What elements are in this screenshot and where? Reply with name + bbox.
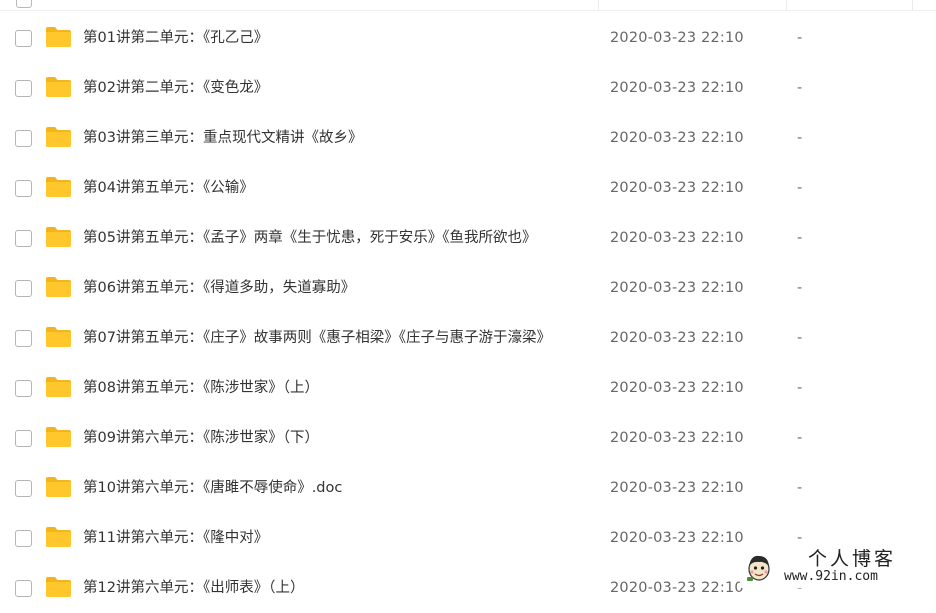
modified-date: 2020-03-23 22:10	[610, 130, 744, 146]
folder-icon	[46, 277, 71, 297]
column-divider[interactable]	[598, 0, 599, 10]
list-header	[0, 0, 936, 11]
folder-icon	[46, 427, 71, 447]
file-row[interactable]: 第07讲第五单元：《庄子》故事两则《惠子相梁》《庄子与惠子游于濠梁》 2020-…	[0, 313, 936, 363]
file-name[interactable]: 第10讲第六单元：《唐雎不辱使命》.doc	[83, 478, 342, 498]
file-size: -	[797, 430, 803, 446]
column-divider[interactable]	[786, 0, 787, 10]
folder-icon	[46, 227, 71, 247]
file-row[interactable]: 第09讲第六单元：《陈涉世家》（下） 2020-03-23 22:10 -	[0, 413, 936, 463]
file-name[interactable]: 第12讲第六单元：《出师表》（上）	[83, 578, 304, 598]
file-name[interactable]: 第09讲第六单元：《陈涉世家》（下）	[83, 428, 319, 448]
file-name[interactable]: 第01讲第二单元：《孔乙己》	[83, 28, 268, 48]
file-row[interactable]: 第05讲第五单元：《孟子》两章《生于忧患，死于安乐》《鱼我所欲也》 2020-0…	[0, 213, 936, 263]
modified-date: 2020-03-23 22:10	[610, 30, 744, 46]
file-size: -	[797, 30, 803, 46]
file-name[interactable]: 第04讲第五单元：《公输》	[83, 178, 254, 198]
file-size: -	[797, 180, 803, 196]
file-name[interactable]: 第03讲第三单元：重点现代文精讲《故乡》	[83, 128, 362, 148]
modified-date: 2020-03-23 22:10	[610, 180, 744, 196]
watermark-url: www.92in.com	[784, 569, 878, 584]
row-checkbox[interactable]	[15, 230, 32, 247]
modified-date: 2020-03-23 22:10	[610, 80, 744, 96]
row-checkbox[interactable]	[15, 530, 32, 547]
modified-date: 2020-03-23 22:10	[610, 330, 744, 346]
file-row[interactable]: 第06讲第五单元：《得道多助，失道寡助》 2020-03-23 22:10 -	[0, 263, 936, 313]
modified-date: 2020-03-23 22:10	[610, 280, 744, 296]
modified-date: 2020-03-23 22:10	[610, 230, 744, 246]
blog-logo-icon	[747, 555, 770, 581]
modified-date: 2020-03-23 22:10	[610, 580, 744, 596]
file-size: -	[797, 80, 803, 96]
folder-icon	[46, 527, 71, 547]
row-checkbox[interactable]	[15, 280, 32, 297]
file-name[interactable]: 第11讲第六单元：《隆中对》	[83, 528, 268, 548]
file-name[interactable]: 第08讲第五单元：《陈涉世家》（上）	[83, 378, 319, 398]
folder-icon	[46, 577, 71, 597]
file-size: -	[797, 530, 803, 546]
blog-watermark: 个人博客 www.92in.com	[740, 548, 936, 588]
file-name[interactable]: 第06讲第五单元：《得道多助，失道寡助》	[83, 278, 355, 298]
file-name[interactable]: 第02讲第二单元：《变色龙》	[83, 78, 268, 98]
file-list: 第01讲第二单元：《孔乙己》 2020-03-23 22:10 - 第02讲第二…	[0, 13, 936, 613]
folder-icon	[46, 77, 71, 97]
file-row[interactable]: 第08讲第五单元：《陈涉世家》（上） 2020-03-23 22:10 -	[0, 363, 936, 413]
watermark-title: 个人博客	[808, 548, 897, 570]
folder-icon	[46, 127, 71, 147]
file-size: -	[797, 230, 803, 246]
folder-icon	[46, 377, 71, 397]
folder-icon	[46, 27, 71, 47]
row-checkbox[interactable]	[15, 430, 32, 447]
modified-date: 2020-03-23 22:10	[610, 380, 744, 396]
modified-date: 2020-03-23 22:10	[610, 480, 744, 496]
file-row[interactable]: 第10讲第六单元：《唐雎不辱使命》.doc 2020-03-23 22:10 -	[0, 463, 936, 513]
file-name[interactable]: 第07讲第五单元：《庄子》故事两则《惠子相梁》《庄子与惠子游于濠梁》	[83, 328, 551, 348]
row-checkbox[interactable]	[15, 130, 32, 147]
row-checkbox[interactable]	[15, 30, 32, 47]
file-row[interactable]: 第02讲第二单元：《变色龙》 2020-03-23 22:10 -	[0, 63, 936, 113]
file-row[interactable]: 第01讲第二单元：《孔乙己》 2020-03-23 22:10 -	[0, 13, 936, 63]
select-all-checkbox[interactable]	[16, 0, 32, 8]
column-divider[interactable]	[912, 0, 913, 10]
file-size: -	[797, 330, 803, 346]
modified-date: 2020-03-23 22:10	[610, 430, 744, 446]
row-checkbox[interactable]	[15, 180, 32, 197]
folder-icon	[46, 177, 71, 197]
row-checkbox[interactable]	[15, 80, 32, 97]
file-size: -	[797, 380, 803, 396]
file-row[interactable]: 第03讲第三单元：重点现代文精讲《故乡》 2020-03-23 22:10 -	[0, 113, 936, 163]
file-name[interactable]: 第05讲第五单元：《孟子》两章《生于忧患，死于安乐》《鱼我所欲也》	[83, 228, 536, 248]
file-row[interactable]: 第04讲第五单元：《公输》 2020-03-23 22:10 -	[0, 163, 936, 213]
folder-icon	[46, 477, 71, 497]
file-size: -	[797, 280, 803, 296]
file-size: -	[797, 480, 803, 496]
row-checkbox[interactable]	[15, 380, 32, 397]
row-checkbox[interactable]	[15, 480, 32, 497]
file-size: -	[797, 130, 803, 146]
row-checkbox[interactable]	[15, 580, 32, 597]
row-checkbox[interactable]	[15, 330, 32, 347]
folder-icon	[46, 327, 71, 347]
modified-date: 2020-03-23 22:10	[610, 530, 744, 546]
